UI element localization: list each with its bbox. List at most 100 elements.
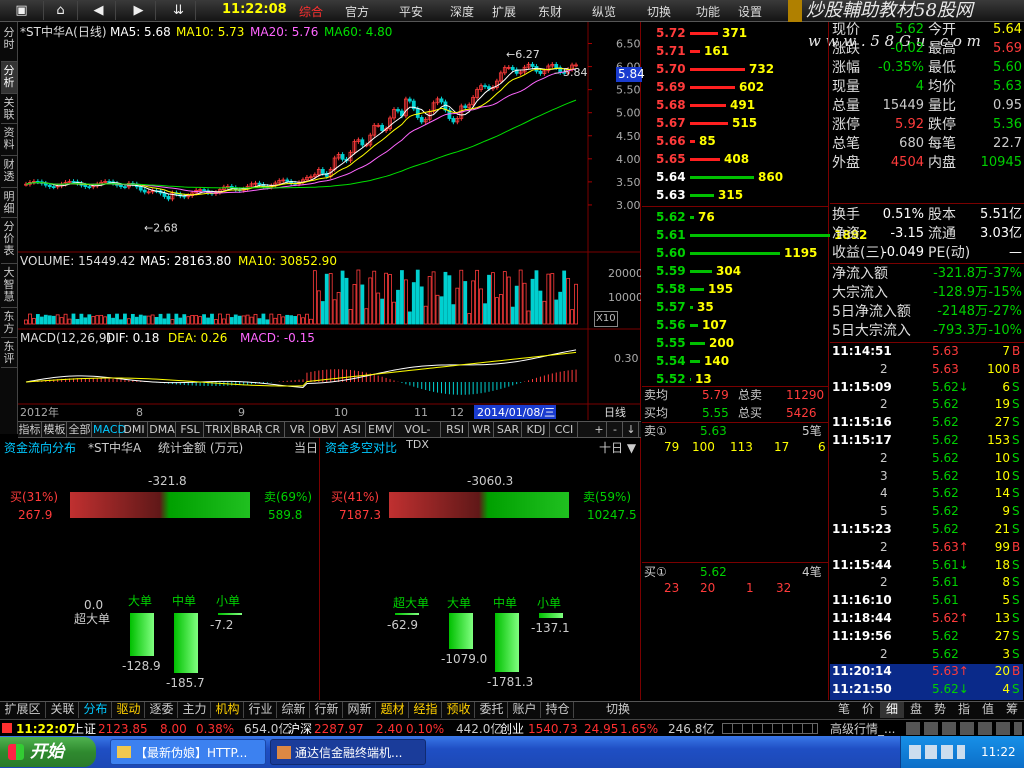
- indicator-tab-全部[interactable]: 全部: [68, 422, 92, 437]
- left-tab-7[interactable]: 大智慧: [1, 264, 17, 308]
- ask-row[interactable]: 5.66 85: [642, 132, 832, 150]
- taskbar-item[interactable]: 【最新伪娘】HTTP...: [110, 739, 266, 765]
- chart-nav-button[interactable]: ↓: [624, 422, 639, 437]
- taskbar-item-active[interactable]: 通达信金融终端机...: [270, 739, 426, 765]
- indicator-tab-brar[interactable]: BRAR: [233, 422, 263, 437]
- indicator-tab-cci[interactable]: CCI: [551, 422, 578, 437]
- bid-row[interactable]: 5.56 107: [642, 316, 832, 334]
- indicator-tab-指标[interactable]: 指标: [18, 422, 42, 437]
- menu-item[interactable]: 官方: [345, 3, 369, 20]
- ask-row[interactable]: 5.64 860: [642, 168, 832, 186]
- menu-item[interactable]: 扩展: [492, 3, 516, 20]
- indicator-tab-dma[interactable]: DMA: [149, 422, 176, 437]
- bid-row[interactable]: 5.54 140: [642, 352, 832, 370]
- indicator-tab-vol-tdx[interactable]: VOL-TDX: [395, 422, 441, 451]
- tick-row[interactable]: 11:15:16 5.62 27 S: [830, 415, 1023, 433]
- indicator-tab-asi[interactable]: ASI: [339, 422, 366, 437]
- index-name[interactable]: 上证: [72, 722, 96, 736]
- tick-row[interactable]: 2 5.61 8 S: [830, 575, 1023, 593]
- menu-item[interactable]: 功能: [696, 3, 720, 20]
- chart-nav-button[interactable]: +: [592, 422, 607, 437]
- kline-chart[interactable]: 6.506.005.505.004.504.003.503.00←2.68←6.…: [18, 22, 641, 420]
- fund-flow-period[interactable]: 当日: [294, 441, 318, 455]
- left-tab-9[interactable]: 东评: [1, 338, 17, 368]
- tick-row[interactable]: 2 5.62 10 S: [830, 451, 1023, 469]
- right-icon[interactable]: ▶: [122, 1, 156, 20]
- tick-row[interactable]: 2 5.63↑ 99 B: [830, 540, 1023, 558]
- tick-row[interactable]: 11:15:23 5.62 21 S: [830, 522, 1023, 540]
- ask-row[interactable]: 5.68 491: [642, 96, 832, 114]
- left-tab-8[interactable]: 东方: [1, 308, 17, 338]
- bid-row[interactable]: 5.55 200: [642, 334, 832, 352]
- tick-row[interactable]: 11:19:56 5.62 27 S: [830, 629, 1023, 647]
- indicator-tab-emv[interactable]: EMV: [367, 422, 394, 437]
- tick-row[interactable]: 2 5.62 19 S: [830, 397, 1023, 415]
- fund-long-title[interactable]: 资金多空对比: [325, 441, 397, 455]
- bid-row[interactable]: 5.61 1892: [642, 226, 867, 244]
- indicator-tab-模板[interactable]: 模板: [43, 422, 67, 437]
- switch-button[interactable]: 切换: [598, 702, 638, 718]
- menu-item[interactable]: 纵览: [592, 3, 616, 20]
- tick-row[interactable]: 3 5.62 10 S: [830, 469, 1023, 487]
- right-tab-6[interactable]: 值: [976, 702, 1000, 718]
- bottom-tab-2[interactable]: 分布: [80, 702, 112, 718]
- tick-row[interactable]: 11:21:50 5.62↓ 4 S: [830, 682, 1023, 701]
- bottom-tab-3[interactable]: 驱动: [113, 702, 145, 718]
- left-tab-4[interactable]: 财透: [1, 156, 17, 188]
- fund-flow-title[interactable]: 资金流向分布: [4, 441, 76, 455]
- bottom-tab-6[interactable]: 机构: [212, 702, 244, 718]
- right-tab-7[interactable]: 筹: [1000, 702, 1024, 718]
- index-name[interactable]: 沪深: [288, 722, 312, 736]
- tick-row[interactable]: 2 5.63 100 B: [830, 362, 1023, 380]
- indicator-tab-kdj[interactable]: KDJ: [523, 422, 550, 437]
- right-tab-5[interactable]: 指: [952, 702, 976, 718]
- tick-row[interactable]: 4 5.62 14 S: [830, 486, 1023, 504]
- tick-row[interactable]: 2 5.62 3 S: [830, 647, 1023, 665]
- indicator-tab-trix[interactable]: TRIX: [205, 422, 232, 437]
- feed-label[interactable]: 高级行情_...: [830, 722, 895, 736]
- tray-icons[interactable]: [909, 745, 965, 759]
- left-tab-2[interactable]: 关联: [1, 94, 17, 124]
- indicator-tab-obv[interactable]: OBV: [311, 422, 338, 437]
- sell1-label[interactable]: 卖①: [644, 424, 667, 438]
- ask-row[interactable]: 5.63 315: [642, 186, 832, 204]
- ask-row[interactable]: 5.72 371: [642, 24, 832, 42]
- home-icon[interactable]: ⌂: [44, 1, 78, 20]
- bottom-tab-4[interactable]: 逐委: [146, 702, 178, 718]
- bottom-tab-15[interactable]: 账户: [509, 702, 541, 718]
- menu-item[interactable]: 平安: [399, 3, 423, 20]
- ask-row[interactable]: 5.67 515: [642, 114, 832, 132]
- indicator-tab-cr[interactable]: CR: [261, 422, 285, 437]
- tick-row[interactable]: 11:15:09 5.62↓ 6 S: [830, 380, 1023, 398]
- down-icon[interactable]: ⇊: [162, 1, 196, 20]
- fund-long-period[interactable]: 十日 ▼: [599, 441, 636, 455]
- indicator-tab-vr[interactable]: VR: [286, 422, 310, 437]
- menu-button[interactable]: ▣: [0, 1, 44, 20]
- right-tab-2[interactable]: 细: [880, 702, 904, 718]
- indicator-tab-macd[interactable]: MACD: [93, 422, 126, 437]
- right-tab-3[interactable]: 盘: [904, 702, 928, 718]
- menu-item[interactable]: 设置: [738, 3, 762, 20]
- ask-row[interactable]: 5.70 732: [642, 60, 832, 78]
- bid-row[interactable]: 5.58 195: [642, 280, 832, 298]
- indicator-tab-wr[interactable]: WR: [470, 422, 494, 437]
- bottom-tab-14[interactable]: 委托: [476, 702, 508, 718]
- start-button[interactable]: 开始: [0, 737, 96, 767]
- bottom-tab-5[interactable]: 主力: [179, 702, 211, 718]
- ask-row[interactable]: 5.71 161: [642, 42, 832, 60]
- bottom-tab-1[interactable]: 关联: [47, 702, 79, 718]
- tick-row[interactable]: 11:14:51 5.63 7 B: [830, 344, 1023, 362]
- tick-row[interactable]: 11:20:14 5.63↑ 20 B: [830, 664, 1023, 683]
- tick-row[interactable]: 11:15:44 5.61↓ 18 S: [830, 558, 1023, 576]
- left-tab-1[interactable]: 分析: [1, 62, 17, 94]
- tick-row[interactable]: 5 5.62 9 S: [830, 504, 1023, 522]
- indicator-tab-rsi[interactable]: RSI: [442, 422, 469, 437]
- buy1-label[interactable]: 买①: [644, 565, 667, 579]
- menu-item[interactable]: 深度: [450, 3, 474, 20]
- left-tab-6[interactable]: 分价表: [1, 218, 17, 264]
- left-icon[interactable]: ◀: [82, 1, 116, 20]
- tick-row[interactable]: 11:16:10 5.61 5 S: [830, 593, 1023, 611]
- right-tab-1[interactable]: 价: [856, 702, 880, 718]
- right-tab-0[interactable]: 笔: [832, 702, 856, 718]
- tick-row[interactable]: 11:15:17 5.62 153 S: [830, 433, 1023, 451]
